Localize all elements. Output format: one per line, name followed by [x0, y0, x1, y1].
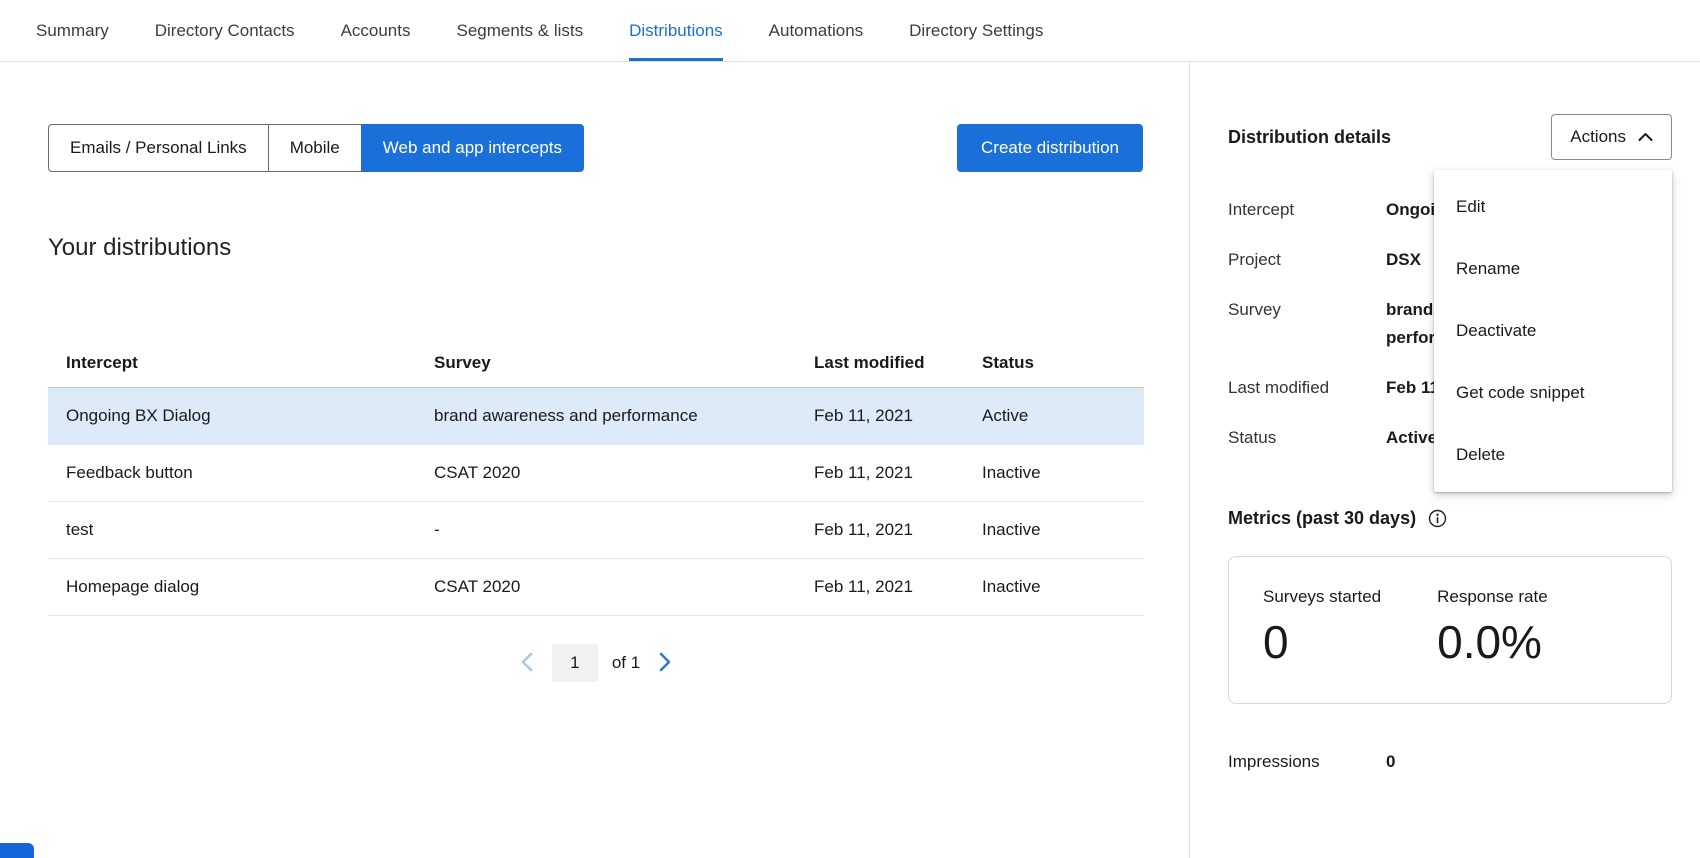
chevron-right-icon [658, 651, 673, 676]
chevron-up-icon [1638, 127, 1653, 147]
field-label: Project [1228, 246, 1386, 274]
next-page-button[interactable] [654, 647, 677, 680]
distribution-toolbar: Emails / Personal Links Mobile Web and a… [48, 124, 1143, 172]
tab-distributions[interactable]: Distributions [629, 0, 723, 61]
metrics-header: Metrics (past 30 days) [1228, 508, 1672, 529]
top-nav: Summary Directory Contacts Accounts Segm… [0, 0, 1700, 62]
cell-intercept: Homepage dialog [48, 577, 416, 597]
impressions-label: Impressions [1228, 750, 1386, 774]
field-label: Survey [1228, 296, 1386, 352]
cell-status: Inactive [964, 520, 1144, 540]
table-header-row: Intercept Survey Last modified Status [48, 338, 1144, 388]
stat-surveys-started: Surveys started 0 [1263, 587, 1381, 669]
cell-last-modified: Feb 11, 2021 [796, 463, 964, 483]
stat-label: Response rate [1437, 587, 1548, 607]
field-label: Last modified [1228, 374, 1386, 402]
field-label: Intercept [1228, 196, 1386, 224]
content: Emails / Personal Links Mobile Web and a… [0, 62, 1700, 858]
page-title: Your distributions [48, 234, 1143, 262]
details-panel: Distribution details Actions Intercept O… [1190, 62, 1700, 858]
stat-response-rate: Response rate 0.0% [1437, 587, 1548, 669]
channel-segmented-control: Emails / Personal Links Mobile Web and a… [48, 124, 584, 172]
metrics-card: Surveys started 0 Response rate 0.0% [1228, 556, 1672, 704]
details-panel-title: Distribution details [1228, 127, 1391, 148]
tab-automations[interactable]: Automations [769, 0, 864, 61]
cell-last-modified: Feb 11, 2021 [796, 406, 964, 426]
page-count-label: of 1 [612, 653, 640, 673]
cell-survey: CSAT 2020 [416, 577, 796, 597]
actions-button-label: Actions [1570, 127, 1626, 147]
cell-intercept: test [48, 520, 416, 540]
impressions-row: Impressions 0 [1228, 750, 1672, 774]
field-label: Status [1228, 424, 1386, 452]
cell-intercept: Feedback button [48, 463, 416, 483]
details-panel-header: Distribution details Actions [1228, 114, 1672, 160]
table-row[interactable]: test - Feb 11, 2021 Inactive [48, 502, 1144, 559]
field-value: DSX [1386, 246, 1421, 274]
metrics-title: Metrics (past 30 days) [1228, 508, 1416, 529]
cell-last-modified: Feb 11, 2021 [796, 520, 964, 540]
channel-emails-button[interactable]: Emails / Personal Links [48, 124, 269, 172]
page-number-field[interactable]: 1 [552, 644, 598, 682]
cell-survey: CSAT 2020 [416, 463, 796, 483]
table-body: Ongoing BX Dialog brand awareness and pe… [48, 388, 1144, 616]
column-header-survey: Survey [416, 353, 796, 373]
cell-status: Inactive [964, 463, 1144, 483]
chevron-left-icon [519, 651, 534, 676]
menu-item-edit[interactable]: Edit [1434, 176, 1672, 238]
tab-directory-settings[interactable]: Directory Settings [909, 0, 1043, 61]
impressions-value: 0 [1386, 750, 1395, 774]
actions-button[interactable]: Actions [1551, 114, 1672, 160]
column-header-status: Status [964, 353, 1144, 373]
cell-status: Active [964, 406, 1144, 426]
field-value: Active [1386, 424, 1437, 452]
feedback-widget[interactable] [0, 843, 34, 858]
create-distribution-button[interactable]: Create distribution [957, 124, 1143, 172]
menu-item-rename[interactable]: Rename [1434, 238, 1672, 300]
menu-item-delete[interactable]: Delete [1434, 424, 1672, 486]
channel-web-intercepts-button[interactable]: Web and app intercepts [361, 124, 584, 172]
previous-page-button[interactable] [515, 647, 538, 680]
pagination: 1 of 1 [48, 644, 1144, 682]
cell-status: Inactive [964, 577, 1144, 597]
tab-segments-lists[interactable]: Segments & lists [457, 0, 584, 61]
column-header-last-modified: Last modified [796, 353, 964, 373]
cell-intercept: Ongoing BX Dialog [48, 406, 416, 426]
actions-dropdown-menu: Edit Rename Deactivate Get code snippet … [1434, 170, 1672, 492]
stat-label: Surveys started [1263, 587, 1381, 607]
tab-summary[interactable]: Summary [36, 0, 109, 61]
cell-survey: - [416, 520, 796, 540]
stat-value: 0 [1263, 615, 1381, 669]
tab-directory-contacts[interactable]: Directory Contacts [155, 0, 295, 61]
cell-last-modified: Feb 11, 2021 [796, 577, 964, 597]
table-row[interactable]: Feedback button CSAT 2020 Feb 11, 2021 I… [48, 445, 1144, 502]
table-row[interactable]: Homepage dialog CSAT 2020 Feb 11, 2021 I… [48, 559, 1144, 616]
menu-item-get-code-snippet[interactable]: Get code snippet [1434, 362, 1672, 424]
table-row[interactable]: Ongoing BX Dialog brand awareness and pe… [48, 388, 1144, 445]
main-column: Emails / Personal Links Mobile Web and a… [0, 62, 1190, 858]
distributions-table: Intercept Survey Last modified Status On… [48, 338, 1144, 616]
channel-mobile-button[interactable]: Mobile [268, 124, 362, 172]
tab-accounts[interactable]: Accounts [341, 0, 411, 61]
menu-item-deactivate[interactable]: Deactivate [1434, 300, 1672, 362]
cell-survey: brand awareness and performance [416, 406, 796, 426]
stat-value: 0.0% [1437, 615, 1548, 669]
info-icon[interactable] [1428, 509, 1447, 528]
column-header-intercept: Intercept [48, 353, 416, 373]
